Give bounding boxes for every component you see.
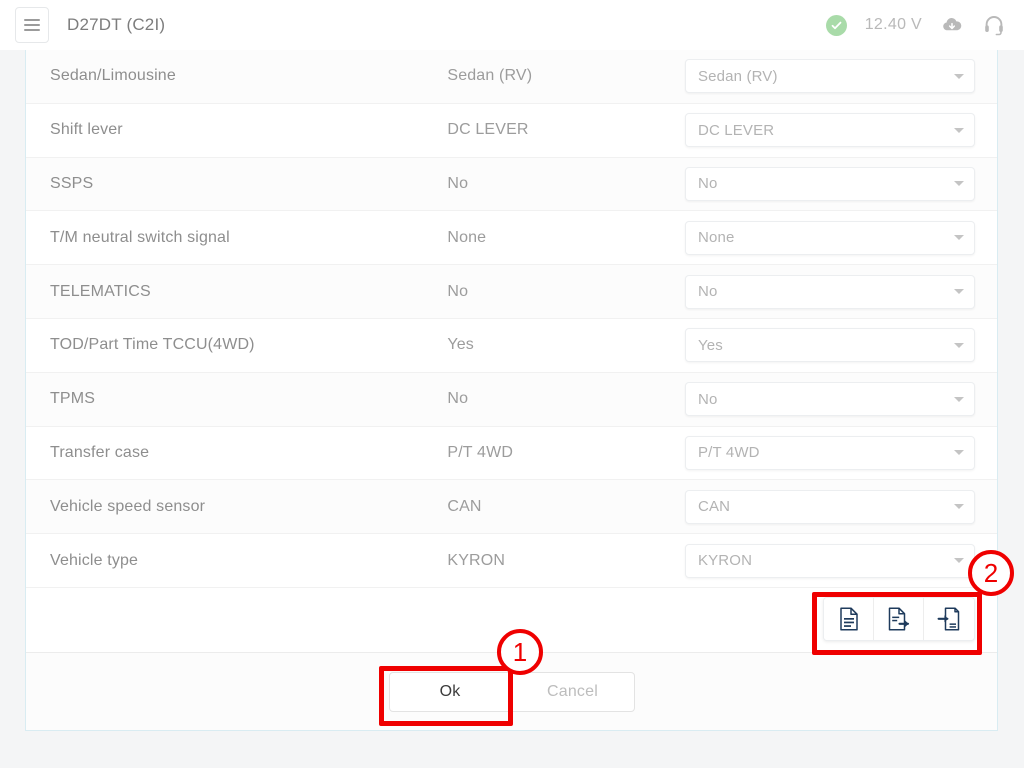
configuration-table: Sedan/Limousine Sedan (RV) Sedan (RV) Sh… — [26, 50, 997, 652]
cancel-button[interactable]: Cancel — [511, 671, 635, 712]
row-dropdown[interactable]: No — [685, 382, 975, 417]
row-dropdown[interactable]: No — [685, 274, 975, 309]
dropdown-selected-value: Sedan (RV) — [698, 67, 778, 85]
row-dropdown[interactable]: CAN — [685, 489, 975, 524]
dropdown-selected-value: P/T 4WD — [698, 444, 760, 462]
row-value: No — [447, 174, 469, 192]
settings-card: Sedan/Limousine Sedan (RV) Sedan (RV) Sh… — [25, 50, 998, 731]
row-select-cell: CAN — [685, 489, 975, 524]
table-row: Vehicle type KYRON KYRON — [26, 534, 997, 588]
row-select-cell: No — [685, 274, 975, 309]
row-select-cell: Sedan (RV) — [685, 59, 975, 94]
row-label: Sedan/Limousine — [50, 67, 176, 85]
chevron-down-icon — [954, 342, 964, 348]
file-document-icon[interactable] — [824, 598, 874, 640]
row-dropdown[interactable]: P/T 4WD — [685, 435, 975, 470]
row-dropdown[interactable]: No — [685, 166, 975, 201]
row-select-cell: Yes — [685, 328, 975, 363]
dropdown-selected-value: Yes — [698, 336, 723, 354]
chevron-down-icon — [954, 396, 964, 402]
table-row: Sedan/Limousine Sedan (RV) Sedan (RV) — [26, 50, 997, 104]
topbar-status-group: 12.40 V — [825, 13, 1006, 37]
row-value: Sedan (RV) — [447, 67, 533, 85]
dropdown-selected-value: DC LEVER — [698, 121, 775, 139]
dropdown-selected-value: No — [698, 390, 718, 408]
row-select-cell: DC LEVER — [685, 113, 975, 148]
table-row: SSPS No No — [26, 157, 997, 212]
chevron-down-icon — [954, 181, 964, 187]
headset-icon[interactable] — [982, 13, 1006, 37]
dropdown-selected-value: No — [698, 283, 718, 301]
row-value: KYRON — [447, 551, 506, 569]
table-row: Shift lever DC LEVER DC LEVER — [26, 103, 997, 158]
table-row: Vehicle speed sensor CAN CAN — [26, 480, 997, 535]
row-label: TPMS — [50, 390, 96, 408]
row-label: SSPS — [50, 174, 94, 192]
chevron-down-icon — [954, 289, 964, 295]
menu-bar-3 — [24, 29, 40, 31]
row-dropdown[interactable]: None — [685, 220, 975, 255]
row-value: No — [447, 282, 469, 300]
row-select-cell: None — [685, 220, 975, 255]
check-circle-icon — [825, 14, 847, 36]
dropdown-selected-value: CAN — [698, 498, 731, 516]
cloud-download-icon[interactable] — [940, 13, 964, 37]
table-row: TPMS No No — [26, 372, 997, 427]
menu-bar-1 — [24, 19, 40, 21]
row-label: Vehicle speed sensor — [50, 497, 206, 515]
row-value: DC LEVER — [447, 121, 529, 139]
dropdown-selected-value: None — [698, 229, 735, 247]
row-label: Transfer case — [50, 443, 150, 461]
chevron-down-icon — [954, 235, 964, 241]
chevron-down-icon — [954, 504, 964, 510]
menu-bar-2 — [24, 24, 40, 26]
file-import-icon[interactable] — [924, 598, 974, 640]
row-dropdown[interactable]: DC LEVER — [685, 113, 975, 148]
row-dropdown[interactable]: Sedan (RV) — [685, 59, 975, 94]
ok-button[interactable]: Ok — [388, 671, 512, 712]
row-label: TOD/Part Time TCCU(4WD) — [50, 336, 255, 354]
row-dropdown[interactable]: Yes — [685, 328, 975, 363]
row-label: Vehicle type — [50, 551, 139, 569]
row-label: T/M neutral switch signal — [50, 228, 230, 246]
hamburger-menu-icon[interactable] — [15, 7, 49, 43]
table-row: T/M neutral switch signal None None — [26, 211, 997, 266]
file-export-icon[interactable] — [874, 598, 924, 640]
page-title: D27DT (C2I) — [67, 15, 166, 34]
row-label: Shift lever — [50, 121, 123, 139]
row-value: Yes — [447, 336, 474, 354]
table-row: TELEMATICS No No — [26, 265, 997, 319]
row-value: None — [447, 228, 487, 246]
dropdown-selected-value: No — [698, 175, 718, 193]
file-actions-toolbar — [823, 597, 975, 641]
voltage-readout: 12.40 V — [864, 16, 922, 33]
dialog-footer: Ok Cancel — [26, 652, 997, 730]
chevron-down-icon — [954, 558, 964, 564]
dropdown-selected-value: KYRON — [698, 552, 753, 570]
table-row: Transfer case P/T 4WD P/T 4WD — [26, 426, 997, 481]
row-select-cell: P/T 4WD — [685, 435, 975, 470]
chevron-down-icon — [954, 73, 964, 79]
table-row: TOD/Part Time TCCU(4WD) Yes Yes — [26, 318, 997, 373]
row-select-cell: No — [685, 382, 975, 417]
row-value: No — [447, 390, 469, 408]
row-value: P/T 4WD — [447, 443, 514, 461]
row-label: TELEMATICS — [50, 282, 151, 300]
row-select-cell: KYRON — [685, 543, 975, 578]
row-dropdown[interactable]: KYRON — [685, 543, 975, 578]
chevron-down-icon — [954, 127, 964, 133]
row-value: CAN — [447, 497, 482, 515]
row-select-cell: No — [685, 166, 975, 201]
chevron-down-icon — [954, 450, 964, 456]
top-bar: D27DT (C2I) 12.40 V — [0, 0, 1024, 50]
